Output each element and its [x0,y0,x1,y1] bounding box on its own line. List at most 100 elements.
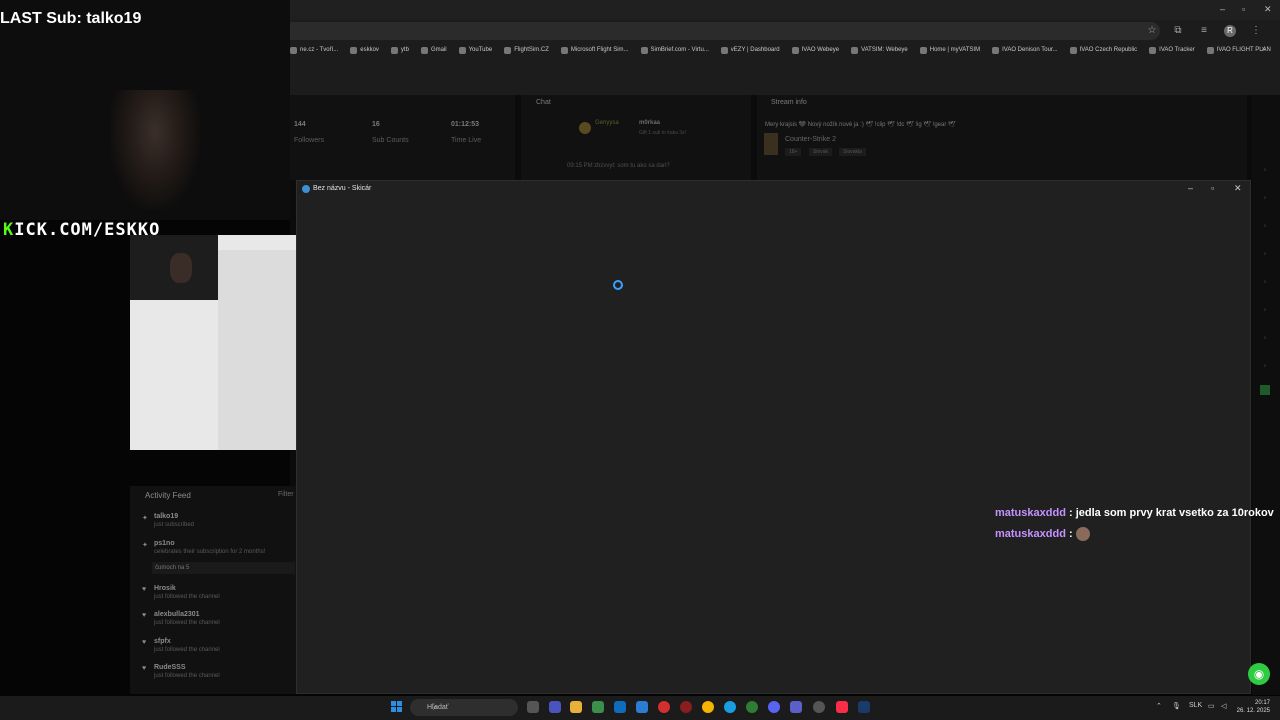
bookmark-item[interactable]: IVAO Denison Tour... [992,44,1058,56]
bookmark-favicon-icon [1069,46,1077,54]
browser-close-button[interactable]: ✕ [1264,4,1272,15]
activity-feed-user: sfpfx [154,638,171,645]
activity-feed-item[interactable]: ✦ talko19 just subscribed [142,513,194,528]
game-cover [764,133,778,155]
bookmark-item[interactable]: FlightSim.CZ [504,44,549,56]
taskbar-clock[interactable]: 20:17 26. 12. 2025 [1237,699,1270,715]
steam-icon[interactable] [858,701,870,713]
language-indicator[interactable]: SLK [1189,702,1202,709]
microphone-icon[interactable]: 🎙 [1172,702,1181,710]
chat-user-2: m0rkaa [639,120,661,126]
edge-icon[interactable] [724,701,736,713]
paint-close-button[interactable]: ✕ [1234,183,1242,194]
task-view-icon[interactable] [527,701,539,713]
taskbar-search[interactable]: ⌕ Hľadať [410,699,518,716]
bookmark-item[interactable]: SimBrief.com - Virtu... [640,44,709,56]
stats-panel: 144 Followers 16 Sub Counts 01:12:53 Time L… [290,95,515,180]
bookmarks-more-icon[interactable]: » [1262,44,1266,53]
activity-feed-item[interactable]: ♥ Hrosik just followed the channel [142,585,220,600]
activity-feed-desc: just followed the channel [154,647,220,653]
address-bar[interactable] [290,22,1160,40]
bookmark-item[interactable]: VATSIM: Webeye [851,44,908,56]
store-icon[interactable] [592,701,604,713]
activity-feed-item[interactable]: ✦ ps1no celebrates their subscription for … [142,540,265,555]
network-icon[interactable]: ▭ [1208,702,1215,710]
bookmark-item[interactable]: ytb [390,44,409,56]
rail-icon-5[interactable]: ◦ [1260,277,1270,287]
discord-icon[interactable] [768,701,780,713]
opera-icon[interactable] [658,701,670,713]
heart-icon: ♥ [142,665,147,672]
star-icon: ✦ [142,542,148,549]
bookmark-item[interactable]: YouTube [458,44,493,56]
bookmark-item[interactable]: Microsoft Flight Sim... [560,44,629,56]
last-sub-label: LAST Sub: talko19 [0,10,142,27]
bookmark-item[interactable]: Gmail [420,44,447,56]
rail-icon-4[interactable]: ◦ [1260,249,1270,259]
star-icon[interactable]: ☆ [1146,25,1158,37]
activity-feed-desc: celebrates their subscription for 2 mont… [154,549,266,555]
paint-maximize-button[interactable]: ▫ [1211,183,1214,193]
rail-active-icon[interactable] [1260,385,1270,395]
music-icon[interactable] [836,701,848,713]
windows-start-icon[interactable] [391,701,403,713]
chrome-icon[interactable] [702,701,714,713]
reading-list-icon[interactable]: ≡ [1198,25,1210,37]
utorrent-icon[interactable] [746,701,758,713]
game-name: Counter-Strike 2 [785,136,836,143]
outlook-icon[interactable] [614,701,626,713]
dashboard-right-rail: ◦ ◦ ◦ ◦ ◦ ◦ ◦ ◦ [1252,95,1280,695]
activity-feed-desc: just followed the channel [154,673,220,679]
browser-maximize-button[interactable]: ▫ [1242,4,1245,14]
bookmark-item[interactable]: ne.cz - Tvoří... [290,44,338,56]
teams-work-icon[interactable] [790,701,802,713]
rail-icon-8[interactable]: ◦ [1260,361,1270,371]
bookmark-label: IVAO Tracker [1159,47,1195,53]
rail-icon-1[interactable]: ◦ [1260,165,1270,175]
bookmark-label: Gmail [430,47,447,53]
stat-subs: 16 Sub Counts [372,121,409,144]
extensions-icon[interactable]: ⧉ [1172,25,1184,37]
bookmark-item[interactable]: IVAO Czech Republic [1069,44,1138,56]
rail-icon-3[interactable]: ◦ [1260,221,1270,231]
bookmark-label: ne.cz - Tvoří... [300,47,339,53]
paint-minimize-button[interactable]: – [1188,183,1193,193]
rail-icon-6[interactable]: ◦ [1260,305,1270,315]
mail-icon[interactable] [636,701,648,713]
activity-feed-desc: just subscribed [154,522,195,528]
volume-icon[interactable]: ◁ [1221,702,1226,710]
chat-overlay-text: jedla som prvy krat vsetko za 10rokov [1075,507,1274,519]
bookmark-item[interactable]: IVAO Webeye [791,44,839,56]
bookmark-label: IVAO Czech Republic [1079,47,1138,53]
tag-2: Slovak [809,148,833,156]
chat-message: zbzvvyt: som tu ako sa dari? [594,163,670,169]
chat-overlay-user: matuskaxddd [995,507,1066,519]
browser-window: – ▫ ✕ ☆ ⧉ ≡ R ⋮ ne.cz - Tvoří... eskkov yt… [290,0,1280,95]
obs-icon[interactable] [813,701,825,713]
rail-icon-7[interactable]: ◦ [1260,333,1270,343]
tray-chevron-icon[interactable]: ⌃ [1156,702,1162,710]
bookmark-label: vEZY | Dashboard [730,47,780,53]
file-explorer-icon[interactable] [570,701,582,713]
bookmark-item[interactable]: Home | myVATSIM [919,44,981,56]
teams-icon[interactable] [549,701,561,713]
bookmark-item[interactable]: IVAO Tracker [1149,44,1195,56]
menu-icon[interactable]: ⋮ [1250,25,1262,37]
paint-window: Bez názvu - Skicár – ▫ ✕ [296,180,1251,694]
profile-avatar[interactable]: R [1224,25,1236,37]
preview-map [218,250,296,450]
activity-feed-item[interactable]: ♥ RudeSSS just followed the channel [142,664,220,679]
bookmark-label: YouTube [468,47,493,53]
bookmark-item[interactable]: eskkov [350,44,379,56]
activity-feed-item[interactable]: ♥ sfpfx just followed the channel [142,638,220,653]
activity-feed-filter[interactable]: Filter [278,491,294,498]
rail-icon-2[interactable]: ◦ [1260,193,1270,203]
bookmark-favicon-icon [791,46,799,54]
chat-overlay-user: matuskaxddd [995,527,1066,540]
activity-feed-item[interactable]: ♥ alexbulla2301 just followed the channel [142,611,220,626]
bookmark-item[interactable]: vEZY | Dashboard [720,44,780,56]
opera-gx-icon[interactable] [680,701,692,713]
kick-logo-icon[interactable]: ◉ [1248,663,1270,685]
bookmark-label: Home | myVATSIM [929,47,981,53]
browser-minimize-button[interactable]: – [1220,4,1225,14]
